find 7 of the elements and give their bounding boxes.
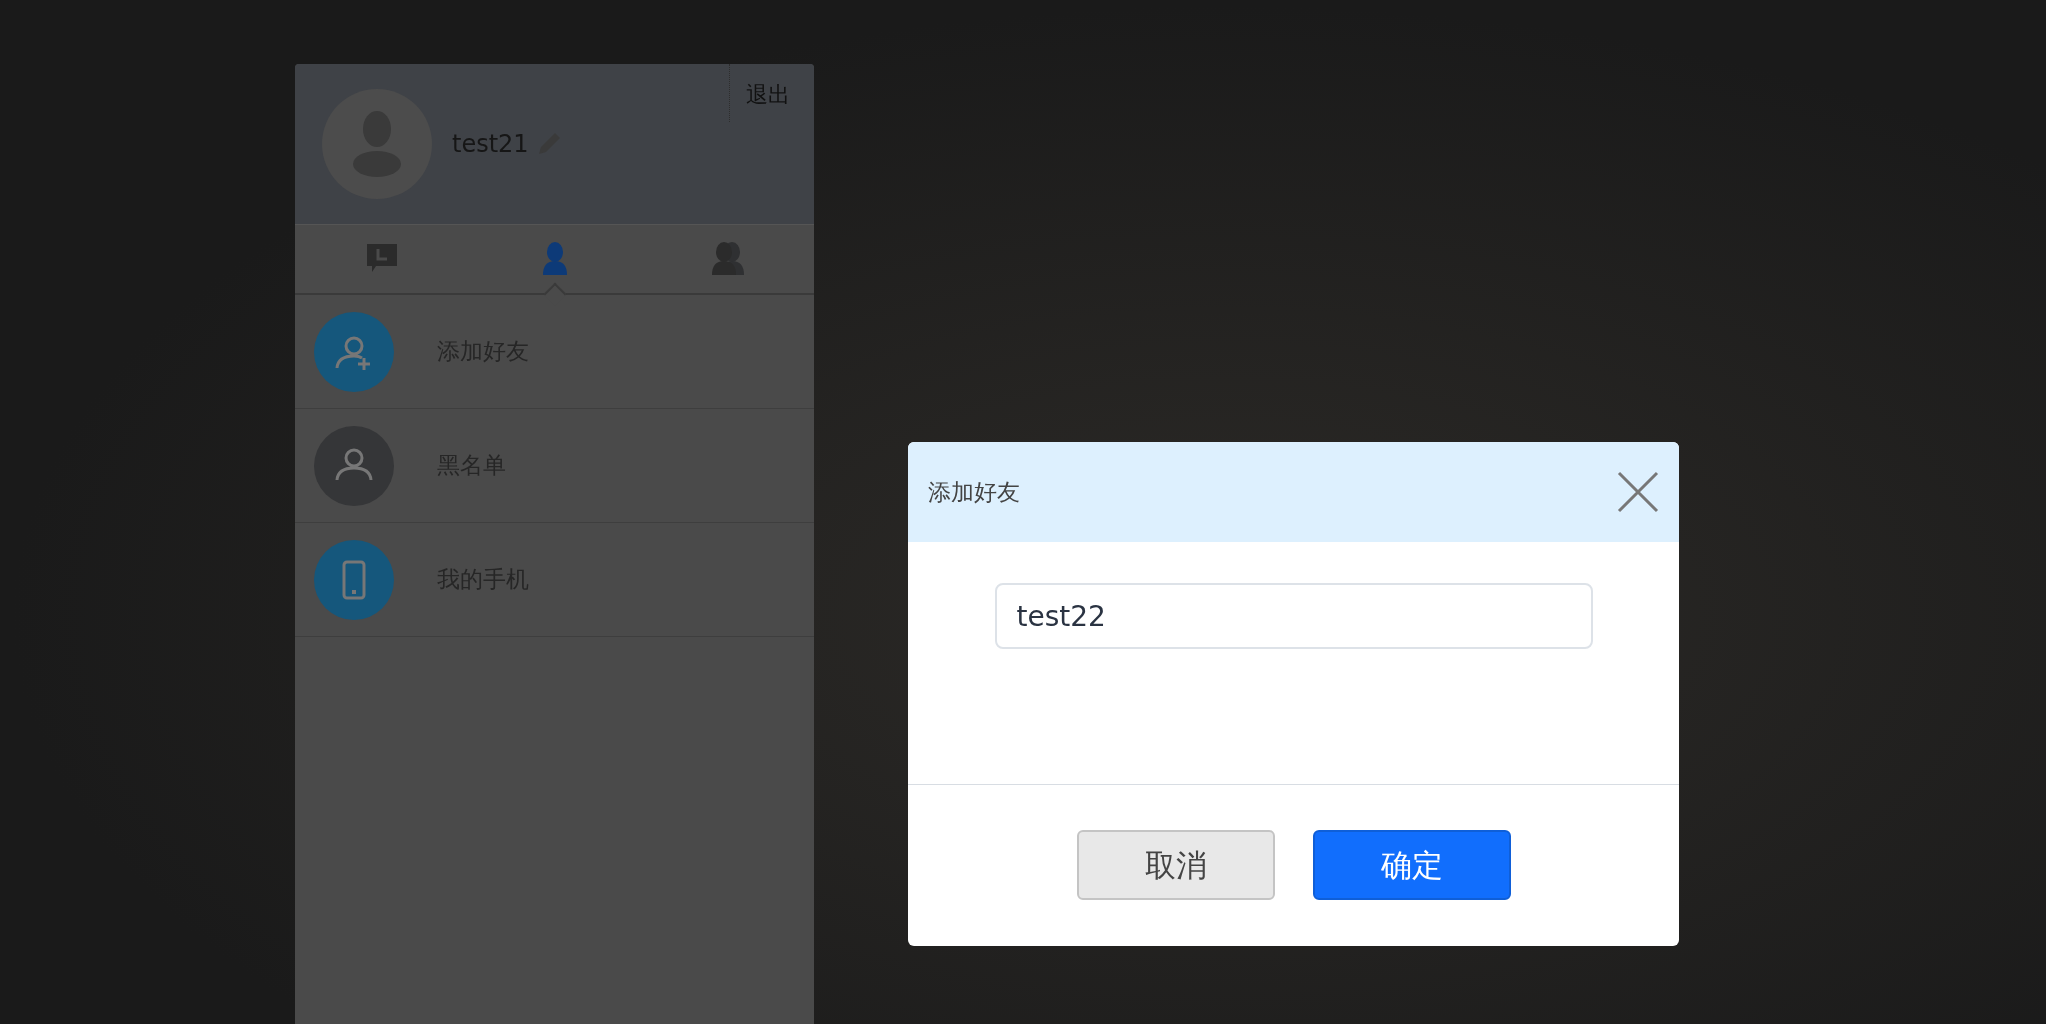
user-icon: [540, 241, 569, 277]
confirm-button[interactable]: 确定: [1312, 830, 1511, 900]
friend-name-field[interactable]: test22: [994, 583, 1593, 649]
cancel-button[interactable]: 取消: [1076, 830, 1275, 900]
dialog-title: 添加好友: [928, 477, 1020, 507]
group-icon: [709, 241, 746, 277]
close-icon[interactable]: [1617, 471, 1659, 513]
